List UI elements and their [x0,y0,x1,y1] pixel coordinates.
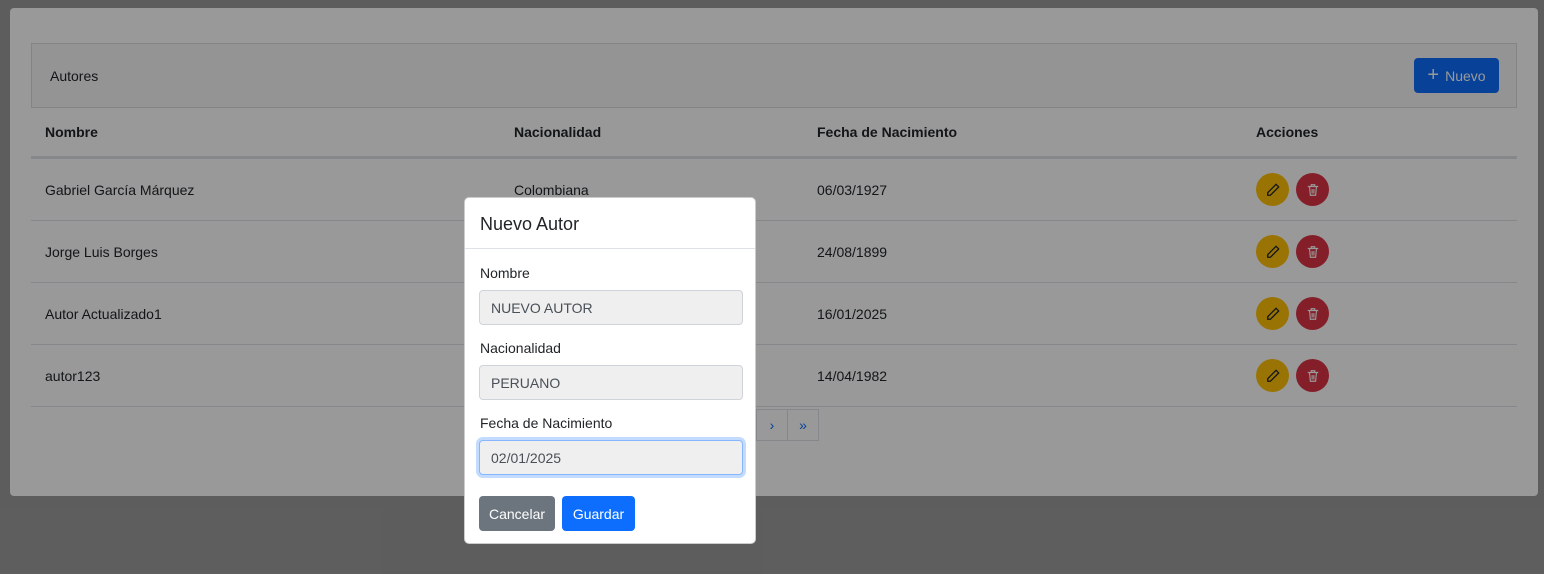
modal-title: Nuevo Autor [480,214,580,234]
nacionalidad-label: Nacionalidad [480,340,561,356]
fecha-nacimiento-input[interactable] [479,440,743,475]
modal-backdrop[interactable] [0,0,1544,574]
nacionalidad-input[interactable] [479,365,743,400]
cancel-button[interactable]: Cancelar [479,496,555,531]
fecha-label: Fecha de Nacimiento [480,415,613,431]
save-button[interactable]: Guardar [562,496,635,531]
nombre-input[interactable] [479,290,743,325]
nombre-label: Nombre [480,265,530,281]
new-author-modal: Nuevo Autor Nombre Nacionalidad Fecha de… [464,197,756,544]
modal-header: Nuevo Autor [465,198,755,249]
